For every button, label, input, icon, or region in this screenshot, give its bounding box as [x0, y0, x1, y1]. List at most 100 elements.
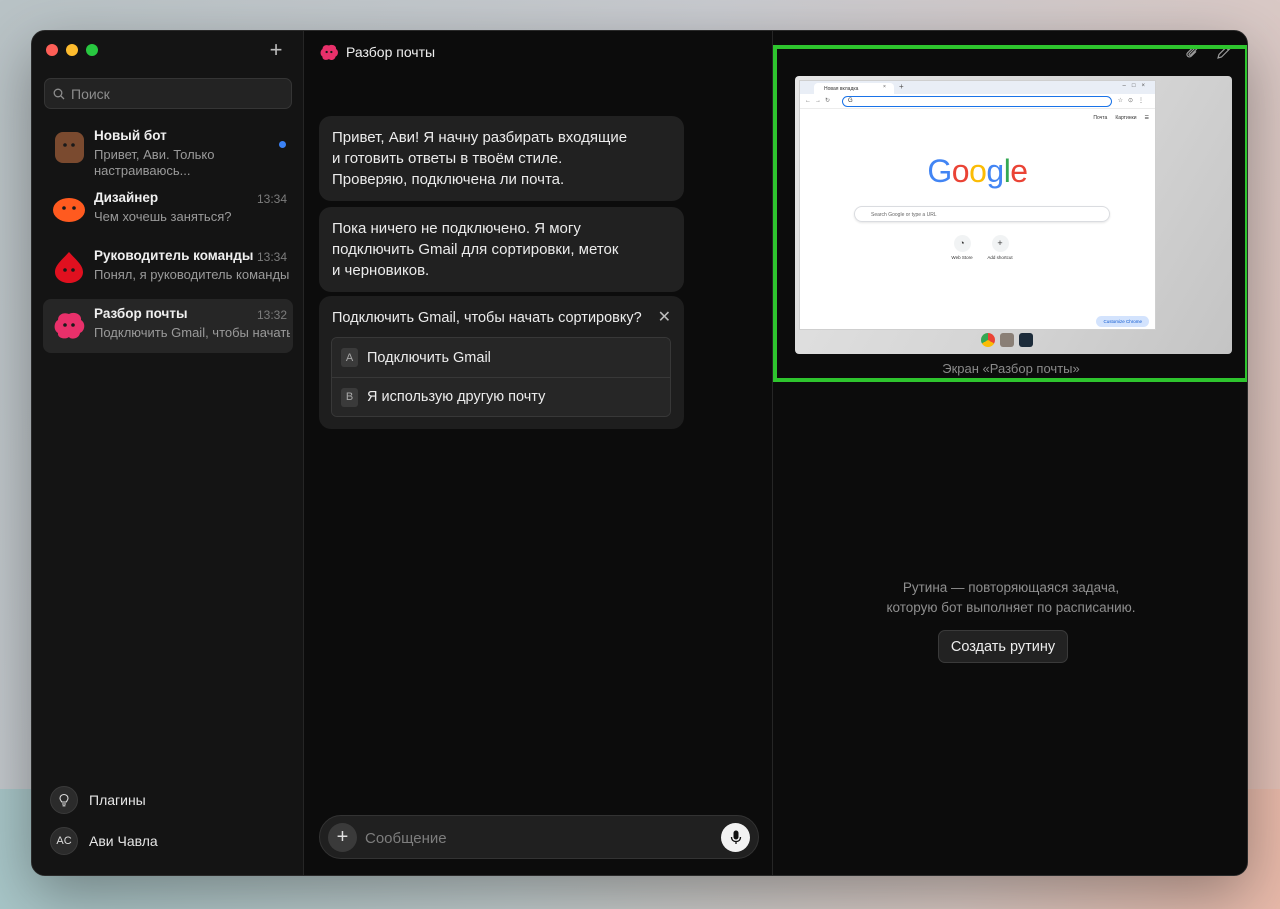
bot-avatar: [55, 132, 84, 163]
routine-text-line: которую бот выполняет по расписанию.: [886, 600, 1136, 615]
create-routine-button[interactable]: Создать рутину: [938, 630, 1068, 663]
close-window-button[interactable]: [46, 44, 58, 56]
chat-time: 13:34: [256, 250, 287, 264]
message-bubble: Пока ничего не подключено. Я могу подклю…: [319, 207, 684, 292]
browser-header-links: Почта Картинки ☰: [1093, 115, 1149, 121]
chat-item-team-lead[interactable]: Руководитель команды Понял, я руководите…: [43, 241, 293, 295]
option-other-mail[interactable]: B Я использую другую почту: [332, 377, 670, 416]
chat-preview: Привет, Ави. Только настраиваюсь...: [94, 147, 215, 178]
plus-icon: +: [336, 826, 349, 848]
app-icon: [1000, 333, 1014, 347]
bot-avatar: [53, 198, 85, 222]
message-input[interactable]: [365, 827, 705, 849]
google-logo: Google: [927, 153, 1028, 189]
address-bar: G: [842, 96, 1112, 107]
message-line: Привет, Ави! Я начну разбирать входящие: [332, 129, 628, 146]
browser-tool-icons: ☆⊙⋮: [1117, 98, 1149, 104]
chat-preview: Понял, я руководитель команды: [94, 267, 290, 282]
search-icon: [53, 88, 65, 99]
option-label: Я использую другую почту: [367, 389, 546, 405]
shortcut-add: + Add shortcut: [980, 235, 1020, 260]
user-name: Ави Чавла: [89, 833, 158, 849]
routine-text-line: Рутина — повторяющаяся задача,: [902, 580, 1120, 595]
unread-indicator: [279, 141, 286, 148]
dock: [981, 333, 1033, 347]
app-icon: [1019, 333, 1033, 347]
routine-description: Рутина — повторяющаяся задача, которую б…: [773, 578, 1247, 618]
chat-name: Новый бот: [94, 128, 167, 143]
customize-chrome-button: Customize Chrome: [1096, 316, 1149, 327]
search-box[interactable]: [44, 78, 292, 109]
plus-icon: +: [899, 82, 904, 91]
message-line: и черновиков.: [332, 262, 430, 279]
plugins-label: Плагины: [89, 792, 146, 808]
chat-name: Дизайнер: [94, 190, 159, 205]
choice-options: A Подключить Gmail B Я использую другую …: [331, 337, 671, 417]
shortcut-label: Add shortcut: [987, 255, 1013, 260]
search-input[interactable]: [71, 85, 271, 102]
microphone-button[interactable]: [721, 823, 750, 852]
screen-preview-frame: Новая вкладка × + –□× ←→↻ G ☆⊙⋮ Почта Ка…: [773, 45, 1247, 382]
header-link: Почта: [1093, 115, 1108, 121]
chat-time: 13:32: [256, 308, 287, 322]
option-connect-gmail[interactable]: A Подключить Gmail: [332, 338, 670, 377]
sidebar: + Новый бот Привет, Ави. Только настраив…: [32, 31, 304, 875]
message-composer: +: [319, 815, 759, 859]
plugins-button[interactable]: Плагины: [50, 786, 146, 814]
plus-icon: +: [269, 37, 283, 62]
shortcut-web-store: ◔ Web Store: [942, 235, 982, 260]
bot-avatar: [55, 252, 83, 283]
option-label: Подключить Gmail: [367, 349, 491, 366]
window-controls: [46, 44, 98, 56]
bot-detail-panel: Новая вкладка × + –□× ←→↻ G ☆⊙⋮ Почта Ка…: [773, 31, 1247, 875]
apps-icon: ☰: [1144, 115, 1149, 121]
screen-preview[interactable]: Новая вкладка × + –□× ←→↻ G ☆⊙⋮ Почта Ка…: [795, 76, 1232, 354]
message-line: Проверяю, подключена ли почта.: [332, 171, 565, 188]
plus-icon: +: [991, 235, 1009, 252]
shortcut-label: Web Store: [951, 255, 973, 260]
web-store-icon: ◔: [953, 235, 971, 252]
chat-time: 13:34: [256, 192, 287, 206]
chrome-icon: [981, 333, 995, 347]
message-line: подключить Gmail для сортировки, меток: [332, 241, 619, 258]
close-icon: ×: [883, 84, 886, 90]
chat-item-new-bot[interactable]: Новый бот Привет, Ави. Только настраиваю…: [43, 121, 293, 178]
google-search-box: Search Google or type a URL: [854, 206, 1110, 222]
choice-question: Подключить Gmail, чтобы начать сортировк…: [332, 310, 642, 326]
choice-card: Подключить Gmail, чтобы начать сортировк…: [319, 296, 684, 429]
message-bubble: Привет, Ави! Я начну разбирать входящие …: [319, 116, 684, 201]
chat-preview: Чем хочешь заняться?: [94, 209, 232, 224]
bot-avatar: [54, 312, 85, 339]
user-profile-button[interactable]: AC Ави Чавла: [50, 827, 158, 855]
browser-window: Новая вкладка × + –□× ←→↻ G ☆⊙⋮ Почта Ка…: [799, 80, 1156, 330]
window-buttons-icon: –□×: [1122, 83, 1151, 89]
new-chat-button[interactable]: +: [266, 39, 286, 61]
browser-toolbar: ←→↻ G ☆⊙⋮: [800, 94, 1155, 109]
chat-item-designer[interactable]: Дизайнер Чем хочешь заняться? 13:34: [43, 183, 293, 237]
app-window: + Новый бот Привет, Ави. Только настраив…: [31, 30, 1248, 876]
chat-item-email-triage[interactable]: Разбор почты Подключить Gmail, чтобы нач…: [43, 299, 293, 353]
attach-button[interactable]: +: [328, 823, 357, 852]
chat-title: Разбор почты: [346, 44, 436, 60]
chat-panel: Разбор почты Привет, Ави! Я начну разбир…: [304, 31, 773, 875]
close-icon[interactable]: ✕: [658, 307, 671, 327]
screen-caption: Экран «Разбор почты»: [942, 361, 1080, 376]
chat-name: Руководитель команды: [94, 248, 254, 263]
bot-avatar: [320, 44, 338, 61]
chat-header: Разбор почты: [318, 42, 435, 62]
browser-tab: Новая вкладка: [814, 83, 894, 94]
user-avatar: AC: [50, 827, 78, 855]
lightbulb-icon: [50, 786, 78, 814]
header-link: Картинки: [1115, 115, 1137, 121]
navigation-icons: ←→↻: [805, 98, 835, 104]
option-key: A: [341, 348, 358, 367]
minimize-window-button[interactable]: [66, 44, 78, 56]
browser-tabs: Новая вкладка × + –□×: [800, 81, 1155, 94]
chat-preview: Подключить Gmail, чтобы начать: [94, 325, 290, 340]
message-line: и готовить ответы в твоём стиле.: [332, 150, 563, 167]
chat-name: Разбор почты: [94, 306, 188, 321]
microphone-icon: [730, 830, 741, 844]
maximize-window-button[interactable]: [86, 44, 98, 56]
option-key: B: [341, 387, 358, 407]
message-line: Пока ничего не подключено. Я могу: [332, 220, 581, 237]
